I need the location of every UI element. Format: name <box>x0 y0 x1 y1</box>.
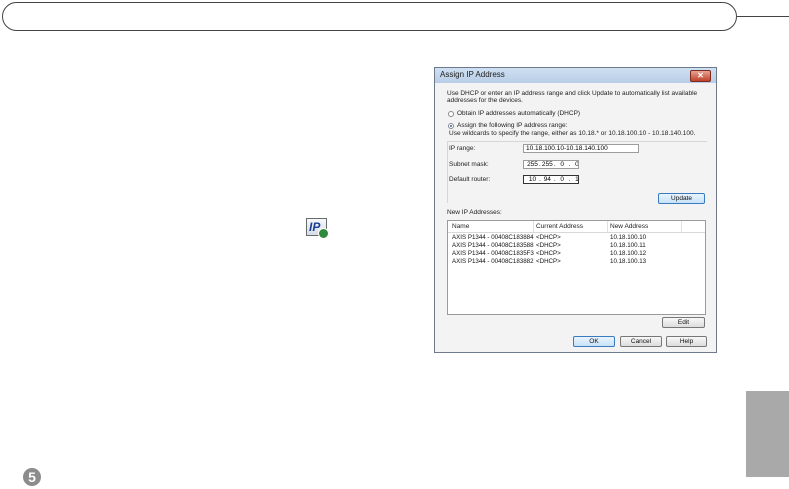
page-number-badge: 5 <box>23 468 41 486</box>
help-button[interactable]: Help <box>666 336 707 347</box>
dhcp-radio[interactable] <box>448 111 454 117</box>
default-router-input[interactable]: 10. 94. 0. 1 <box>523 175 579 184</box>
column-header-name[interactable]: Name <box>452 223 469 230</box>
instructions-line-2: addresses for the devices. <box>447 97 523 104</box>
ip-range-input[interactable]: 10.18.100.10-10.18.140.100 <box>523 144 639 153</box>
ok-button[interactable]: OK <box>573 336 615 347</box>
list-row[interactable]: AXIS P1344 - 00408C183884 <DHCP> 10.18.1… <box>448 234 705 242</box>
list-row[interactable]: AXIS P1344 - 00408C183588 <DHCP> 10.18.1… <box>448 242 705 250</box>
range-radio[interactable] <box>448 123 454 129</box>
row-name: AXIS P1344 - 00408C183882 <box>452 258 534 265</box>
router-octet: 94 <box>543 176 551 183</box>
column-header-new[interactable]: New Address <box>610 223 648 230</box>
subnet-mask-input[interactable]: 255.255. 0. 0 <box>523 160 579 169</box>
row-current: <DHCP> <box>536 258 561 265</box>
range-radio-label[interactable]: Assign the following IP address range: <box>457 122 567 130</box>
close-button[interactable]: ✕ <box>690 70 711 82</box>
column-header-current[interactable]: Current Address <box>536 223 583 230</box>
dialog-body: Use DHCP or enter an IP address range an… <box>435 83 716 352</box>
close-icon: ✕ <box>697 71 704 80</box>
router-octet: 0 <box>560 176 564 183</box>
edit-button[interactable]: Edit <box>662 317 705 328</box>
header-bar <box>2 2 737 31</box>
assign-ip-dialog: Assign IP Address ✕ Use DHCP or enter an… <box>434 67 717 353</box>
router-octet: 1 <box>575 176 579 183</box>
cancel-button[interactable]: Cancel <box>620 336 662 347</box>
header-rule <box>737 16 789 17</box>
wildcard-hint: Use wildcards to specify the range, eith… <box>449 130 696 137</box>
row-name: AXIS P1344 - 00408C183588 <box>452 242 534 249</box>
dhcp-radio-label[interactable]: Obtain IP addresses automatically (DHCP) <box>457 110 580 118</box>
column-divider[interactable] <box>533 221 534 232</box>
column-divider[interactable] <box>681 221 682 232</box>
column-divider[interactable] <box>607 221 608 232</box>
ip-range-label: IP range: <box>449 145 476 152</box>
row-current: <DHCP> <box>536 242 561 249</box>
row-new: 10.18.100.11 <box>610 242 646 249</box>
arrow-icon <box>318 228 329 239</box>
side-tab <box>746 391 789 477</box>
subnet-octet: 0 <box>560 161 564 168</box>
subnet-octet: 255 <box>541 161 553 168</box>
row-new: 10.18.100.13 <box>610 258 647 265</box>
subnet-octet: 255 <box>527 161 538 168</box>
update-button[interactable]: Update <box>658 193 705 204</box>
subnet-mask-label: Subnet mask: <box>449 161 489 168</box>
default-router-label: Default router: <box>449 176 491 183</box>
dialog-title: Assign IP Address <box>440 70 505 79</box>
row-name: AXIS P1344 - 00408C183884 <box>452 234 534 241</box>
row-new: 10.18.100.12 <box>610 250 647 257</box>
ip-address-icon: IP <box>306 218 329 239</box>
row-name: AXIS P1344 - 00408C1835F3 <box>452 250 534 257</box>
dialog-titlebar: Assign IP Address ✕ <box>435 68 716 83</box>
new-ip-label: New IP Addresses: <box>447 209 502 216</box>
new-ip-list[interactable]: Name Current Address New Address AXIS P1… <box>447 220 706 315</box>
list-row[interactable]: AXIS P1344 - 00408C1835F3 <DHCP> 10.18.1… <box>448 250 705 258</box>
router-octet: 10 <box>528 176 537 183</box>
list-row[interactable]: AXIS P1344 - 00408C183882 <DHCP> 10.18.1… <box>448 258 705 266</box>
row-current: <DHCP> <box>536 250 561 257</box>
row-current: <DHCP> <box>536 234 561 241</box>
subnet-octet: 0 <box>575 161 579 168</box>
row-new: 10.18.100.10 <box>610 234 647 241</box>
list-header: Name Current Address New Address <box>448 221 705 233</box>
